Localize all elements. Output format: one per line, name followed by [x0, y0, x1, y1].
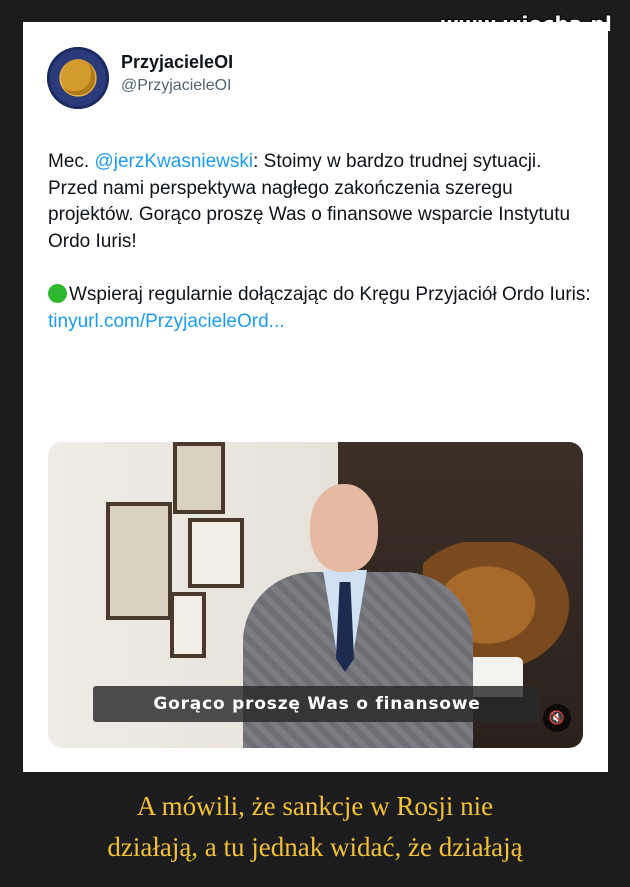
user-handle[interactable]: @PrzyjacieleOI — [121, 77, 232, 95]
video-player[interactable]: Gorąco proszę Was o finansowe 🔇 — [48, 442, 583, 748]
tweet-paragraph-1: Mec. @jerzKwasniewski: Stoimy w bardzo t… — [48, 149, 593, 255]
wall-frame — [173, 442, 225, 514]
video-subtitle: Gorąco proszę Was o finansowe — [153, 694, 481, 714]
display-name[interactable]: PrzyjacieleOI — [121, 52, 233, 73]
tweet-paragraph-2: Wspieraj regularnie dołączając do Kręgu … — [48, 282, 593, 335]
green-circle-icon — [48, 284, 67, 303]
avatar[interactable] — [47, 47, 109, 109]
tweet-body: Mec. @jerzKwasniewski: Stoimy w bardzo t… — [48, 149, 593, 335]
tweet-card: PrzyjacieleOI @PrzyjacieleOI Mec. @jerzK… — [23, 22, 608, 772]
meme-caption: A mówili, że sankcje w Rosji nie działaj… — [0, 786, 630, 868]
speaker-head — [310, 484, 378, 572]
wall-frame — [188, 518, 244, 588]
tweet-text-support: Wspieraj regularnie dołączając do Kręgu … — [69, 284, 591, 305]
wall-frame — [106, 502, 172, 620]
lion-emblem-icon — [61, 59, 95, 95]
meme-caption-line-2: działają, a tu jednak widać, że działają — [107, 832, 523, 862]
tinyurl-link[interactable]: tinyurl.com/PrzyjacieleOrd... — [48, 311, 285, 332]
speaker-muted-icon[interactable]: 🔇 — [543, 704, 571, 732]
wall-frame — [170, 592, 206, 658]
meme-caption-line-1: A mówili, że sankcje w Rosji nie — [136, 791, 494, 821]
mention-link[interactable]: @jerzKwasniewski — [94, 151, 253, 172]
tweet-text-prefix: Mec. — [48, 151, 95, 172]
